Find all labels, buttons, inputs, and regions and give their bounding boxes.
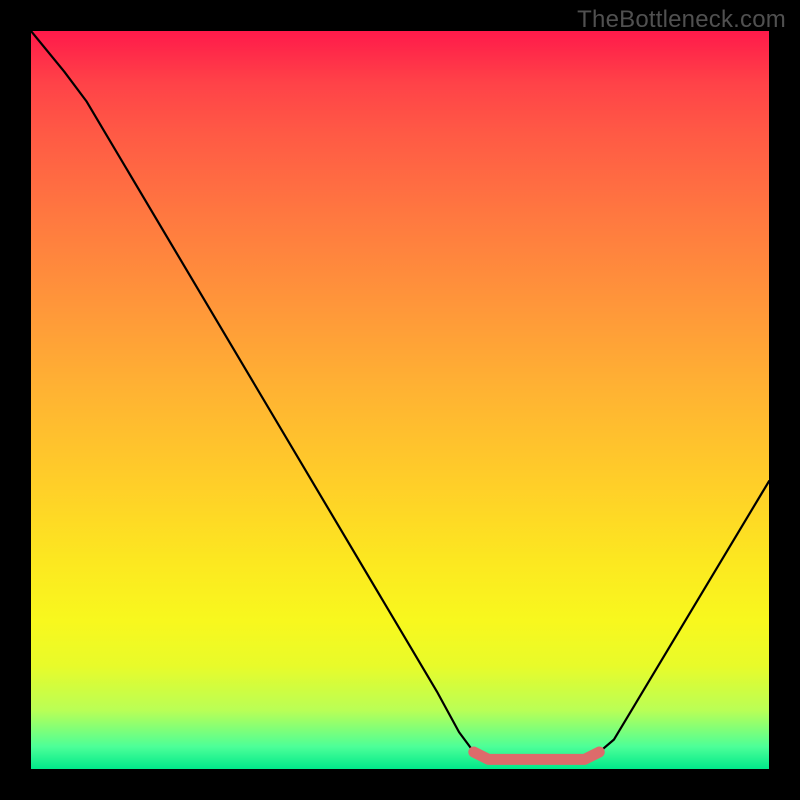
highlight-segment (474, 752, 599, 759)
watermark-text: TheBottleneck.com (577, 6, 786, 34)
plot-area (31, 31, 769, 769)
chart-frame: TheBottleneck.com (0, 0, 800, 800)
main-curve (31, 31, 769, 759)
curve-layer (31, 31, 769, 769)
